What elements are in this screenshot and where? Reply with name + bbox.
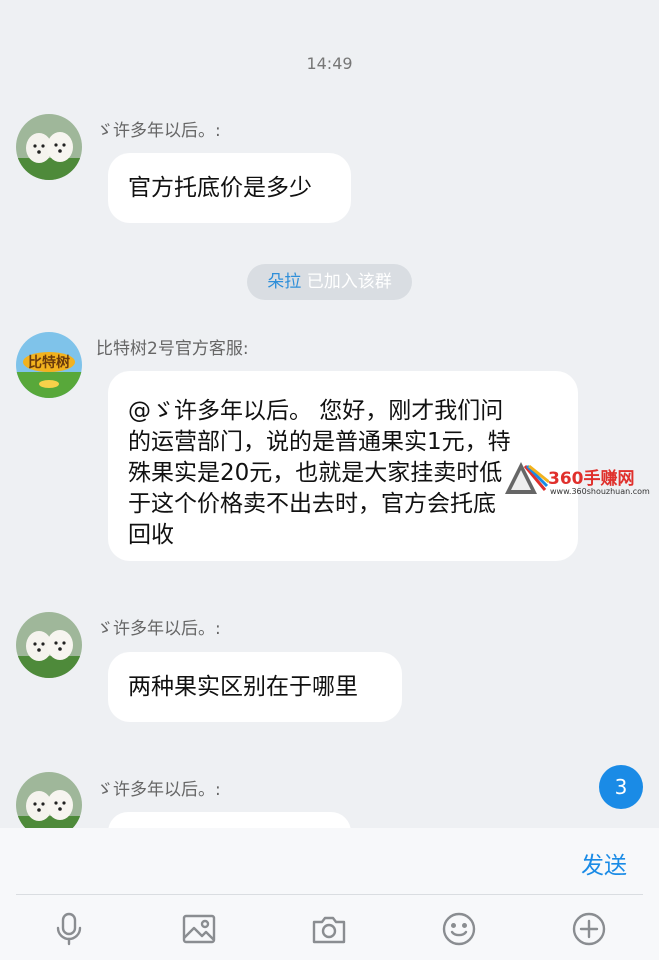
sender-name: ゞ许多年以后。: [96, 619, 221, 639]
image-icon[interactable] [181, 911, 217, 947]
sender-name: ゞ许多年以后。: [96, 780, 221, 800]
member-joined-notice: 朵拉 已加入该群 [247, 264, 412, 300]
plus-icon[interactable] [571, 911, 607, 947]
message-line: 的运营部门，说的是普通果实1元，特 [128, 429, 511, 455]
avatar-dog[interactable] [16, 114, 82, 180]
message-text: 官方托底价是多少 [128, 175, 312, 201]
watermark-url: www.360shouzhuan.com [550, 487, 650, 496]
joined-text: 已加入该群 [301, 272, 392, 292]
message-text: 两种果实区别在于哪里 [128, 674, 358, 700]
message-input[interactable]: 发送 [0, 828, 659, 894]
message-line: @ゞ许多年以后。 您好，刚才我们问 [128, 398, 504, 424]
message-line: 殊果实是20元，也就是大家挂卖时低 [128, 460, 503, 486]
message-bubble[interactable]: 两种果实区别在于哪里 [108, 652, 402, 722]
message-composer: 发送 [0, 828, 659, 960]
group-avatar-text: 比特树 [28, 354, 70, 371]
message-timestamp: 14:49 [306, 54, 353, 73]
watermark-logo: 360手赚网 www.360shouzhuan.com [505, 460, 655, 500]
send-button[interactable]: 发送 [581, 846, 627, 880]
watermark-triangle-icon [505, 462, 550, 494]
avatar-dog[interactable] [16, 612, 82, 678]
sender-name: ゞ许多年以后。: [96, 121, 221, 141]
joined-member-name[interactable]: 朵拉 [267, 272, 301, 292]
emoji-icon[interactable] [441, 911, 477, 947]
composer-toolbar [0, 895, 659, 960]
avatar-group-logo[interactable]: 比特树 [16, 332, 82, 398]
sender-name: 比特树2号官方客服: [96, 339, 249, 359]
chat-screen: 14:49 ゞ许多年以后。: 官方托底价是多少 朵拉 已加入该群 比特树 比特树… [0, 0, 659, 960]
message-bubble[interactable]: 官方托底价是多少 [108, 153, 351, 223]
message-line: 回收 [128, 522, 174, 548]
watermark-title: 360手赚网 [548, 469, 635, 489]
unread-count-badge[interactable]: 3 [599, 765, 643, 809]
message-line: 于这个价格卖不出去时，官方会托底 [128, 491, 496, 517]
microphone-icon[interactable] [51, 911, 87, 947]
camera-icon[interactable] [311, 911, 347, 947]
